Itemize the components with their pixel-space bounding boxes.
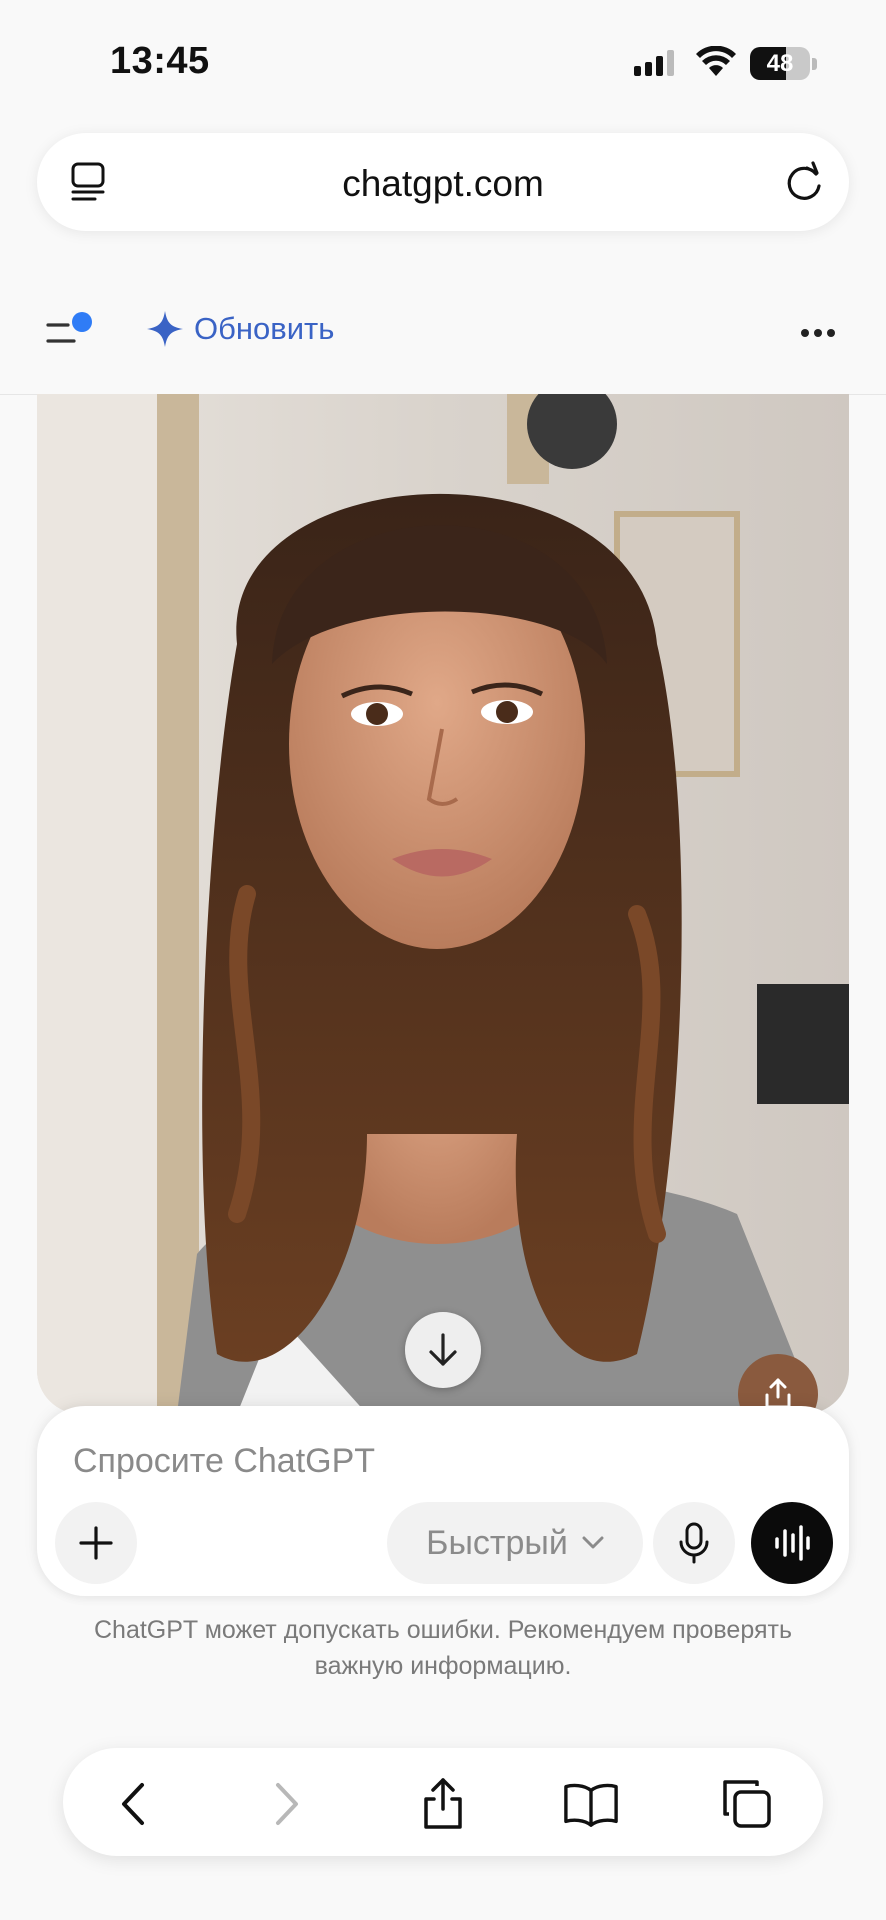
voice-wave-icon (775, 1525, 810, 1561)
address-bar[interactable]: chatgpt.com (37, 133, 849, 231)
scroll-to-bottom-button[interactable] (405, 1312, 481, 1388)
upgrade-button[interactable]: Обновить (146, 310, 334, 348)
share-icon (424, 1778, 462, 1829)
reload-icon[interactable] (783, 160, 825, 204)
attach-button[interactable] (55, 1502, 137, 1584)
bookmarks-icon (564, 1783, 618, 1827)
notification-dot (72, 312, 92, 332)
generated-image[interactable] (37, 394, 849, 1414)
dictation-button[interactable] (653, 1502, 735, 1584)
status-time: 13:45 (110, 40, 210, 82)
upgrade-label: Обновить (194, 311, 335, 346)
wifi-icon (696, 46, 736, 76)
chevron-down-icon (582, 1536, 604, 1549)
url-text[interactable]: chatgpt.com (37, 163, 849, 205)
tabs-button[interactable] (719, 1776, 775, 1832)
tabs-icon (723, 1780, 771, 1828)
sparkle-icon (147, 311, 183, 347)
app-header: Обновить (0, 280, 886, 395)
more-icon[interactable] (800, 328, 836, 338)
message-input[interactable]: Спросите ChatGPT (73, 1442, 375, 1481)
voice-mode-button[interactable] (751, 1502, 833, 1584)
back-button[interactable] (105, 1776, 161, 1832)
back-icon (122, 1783, 144, 1825)
portrait-image (37, 394, 849, 1414)
model-selector[interactable]: Быстрый (387, 1502, 643, 1584)
disclaimer-text: ChatGPT может допускать ошибки. Рекоменд… (94, 1616, 792, 1680)
arrow-down-icon (429, 1333, 457, 1366)
browser-toolbar (63, 1748, 823, 1856)
forward-button[interactable] (259, 1776, 315, 1832)
plus-icon (79, 1526, 113, 1560)
bookmarks-button[interactable] (563, 1776, 619, 1832)
forward-icon (276, 1783, 298, 1825)
mic-icon (679, 1522, 709, 1564)
battery-indicator: 48 (750, 47, 810, 80)
message-composer: Спросите ChatGPT Быстрый (37, 1406, 849, 1596)
cellular-signal-icon (634, 50, 674, 76)
share-page-button[interactable] (415, 1776, 471, 1832)
battery-nub (812, 58, 817, 70)
model-label: Быстрый (426, 1523, 568, 1562)
